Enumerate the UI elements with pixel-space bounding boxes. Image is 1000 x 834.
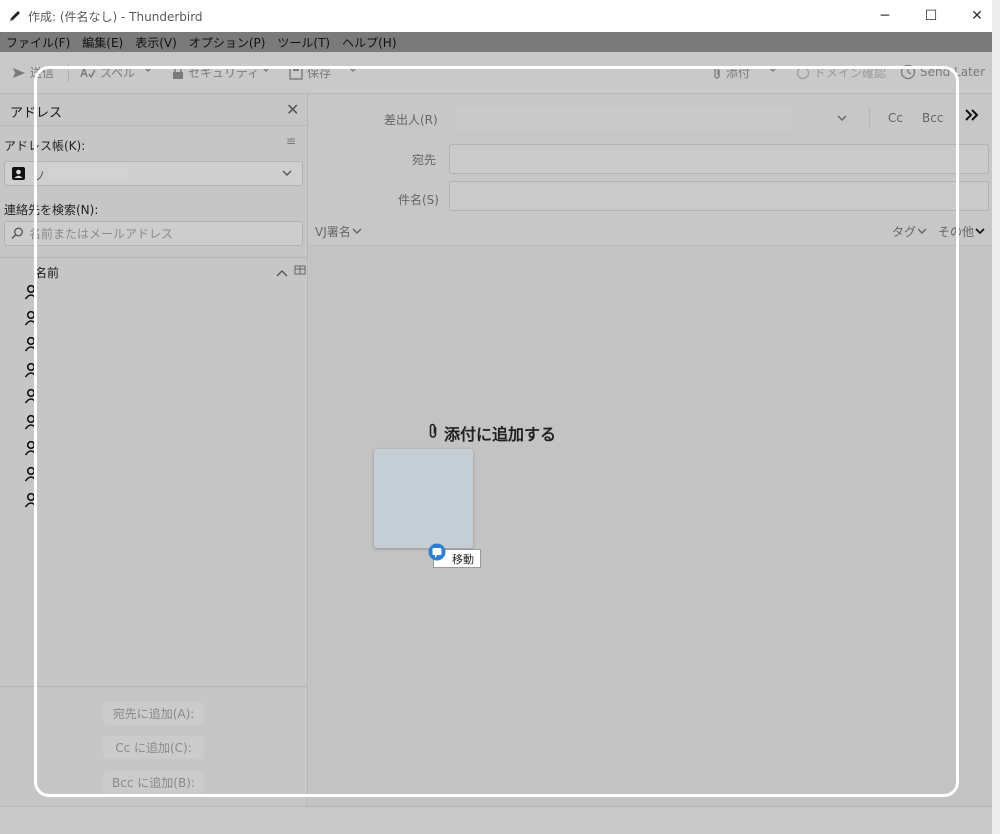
maximize-button[interactable]: ☐ bbox=[908, 0, 954, 32]
paperclip-icon bbox=[428, 423, 438, 443]
menu-view[interactable]: 表示(V) bbox=[135, 34, 177, 51]
pencil-icon bbox=[8, 9, 22, 23]
menu-edit[interactable]: 編集(E) bbox=[82, 34, 123, 51]
background-window-edge bbox=[992, 0, 1000, 834]
menu-bar: ファイル(F) 編集(E) 表示(V) オプション(P) ツール(T) ヘルプ(… bbox=[0, 32, 992, 52]
addressbook-icon bbox=[11, 166, 27, 184]
drop-zone-text: 添付に追加する bbox=[444, 425, 557, 444]
status-bar bbox=[0, 806, 992, 834]
chevron-down-icon bbox=[975, 225, 985, 239]
title-bar: 作成: (件名なし) - Thunderbird ─ ☐ ✕ bbox=[0, 0, 1000, 32]
menu-help[interactable]: ヘルプ(H) bbox=[342, 34, 396, 51]
search-icon bbox=[11, 227, 24, 243]
menu-file[interactable]: ファイル(F) bbox=[6, 34, 70, 51]
drag-move-badge-icon bbox=[428, 543, 446, 561]
minimize-button[interactable]: ─ bbox=[862, 0, 908, 32]
window-title: 作成: (件名なし) - Thunderbird bbox=[28, 9, 203, 24]
drop-zone-label: 添付に追加する bbox=[428, 421, 556, 445]
send-icon bbox=[12, 66, 26, 80]
menu-options[interactable]: オプション(P) bbox=[189, 34, 266, 51]
menu-tools[interactable]: ツール(T) bbox=[277, 34, 330, 51]
drag-preview-thumbnail bbox=[374, 449, 473, 548]
double-chevron-right-icon[interactable] bbox=[964, 108, 980, 125]
